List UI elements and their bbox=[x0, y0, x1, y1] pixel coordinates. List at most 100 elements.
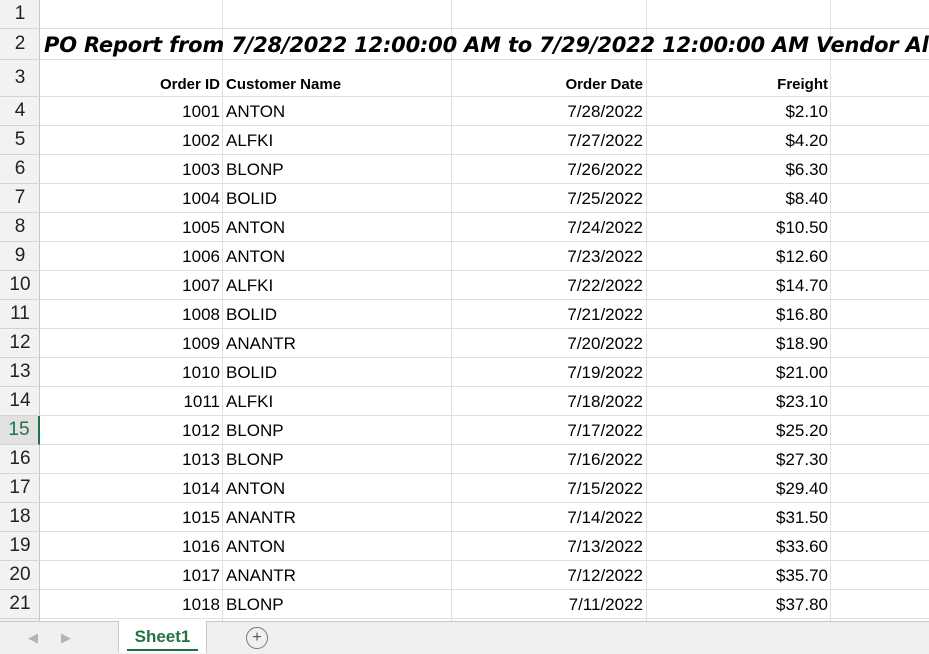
cell-customer-name[interactable]: ANTON bbox=[226, 213, 451, 242]
cell-customer-name[interactable]: ANTON bbox=[226, 97, 451, 126]
cell-order-date[interactable]: 7/24/2022 bbox=[452, 213, 645, 242]
chevron-left-icon[interactable]: ◀ bbox=[24, 628, 42, 648]
cell-freight[interactable]: $25.20 bbox=[646, 416, 830, 445]
cell-freight[interactable]: $4.20 bbox=[646, 126, 830, 155]
cell-customer-name[interactable]: BOLID bbox=[226, 358, 451, 387]
cell-customer-name[interactable]: BOLID bbox=[226, 300, 451, 329]
row-header[interactable]: 17 bbox=[0, 474, 40, 503]
cell-order-date[interactable]: 7/11/2022 bbox=[452, 590, 645, 619]
cell-freight[interactable]: $37.80 bbox=[646, 590, 830, 619]
header-freight[interactable]: Freight bbox=[646, 70, 830, 99]
cell-freight[interactable]: $23.10 bbox=[646, 387, 830, 416]
cell-customer-name[interactable]: ALFKI bbox=[226, 271, 451, 300]
cell-freight[interactable]: $8.40 bbox=[646, 184, 830, 213]
cell-freight[interactable]: $14.70 bbox=[646, 271, 830, 300]
cell-order-id[interactable]: 1014 bbox=[40, 474, 222, 503]
cell-order-id[interactable]: 1007 bbox=[40, 271, 222, 300]
cell-order-id[interactable]: 1015 bbox=[40, 503, 222, 532]
report-title-cell[interactable]: PO Report from 7/28/2022 12:00:00 AM to … bbox=[44, 30, 929, 59]
cell-order-date[interactable]: 7/27/2022 bbox=[452, 126, 645, 155]
cell-freight[interactable]: $33.60 bbox=[646, 532, 830, 561]
cell-order-id[interactable]: 1017 bbox=[40, 561, 222, 590]
cell-customer-name[interactable]: ANANTR bbox=[226, 329, 451, 358]
cell-customer-name[interactable]: ANTON bbox=[226, 474, 451, 503]
row-header[interactable]: 16 bbox=[0, 445, 40, 474]
cell-customer-name[interactable]: BOLID bbox=[226, 184, 451, 213]
header-order-id[interactable]: Order ID bbox=[40, 70, 222, 99]
cell-order-date[interactable]: 7/15/2022 bbox=[452, 474, 645, 503]
row-header[interactable]: 14 bbox=[0, 387, 40, 416]
cell-freight[interactable]: $12.60 bbox=[646, 242, 830, 271]
cell-customer-name[interactable]: ANANTR bbox=[226, 503, 451, 532]
cell-customer-name[interactable]: ANTON bbox=[226, 242, 451, 271]
cell-order-date[interactable]: 7/14/2022 bbox=[452, 503, 645, 532]
header-order-date[interactable]: Order Date bbox=[452, 70, 645, 99]
cell-order-id[interactable]: 1010 bbox=[40, 358, 222, 387]
cell-order-id[interactable]: 1013 bbox=[40, 445, 222, 474]
row-header[interactable]: 8 bbox=[0, 213, 40, 242]
cell-order-id[interactable]: 1009 bbox=[40, 329, 222, 358]
row-header[interactable]: 6 bbox=[0, 155, 40, 184]
cell-order-id[interactable]: 1008 bbox=[40, 300, 222, 329]
cell-customer-name[interactable]: ANTON bbox=[226, 532, 451, 561]
cell-order-id[interactable]: 1006 bbox=[40, 242, 222, 271]
cell-order-date[interactable]: 7/20/2022 bbox=[452, 329, 645, 358]
cell-order-date[interactable]: 7/28/2022 bbox=[452, 97, 645, 126]
cell-order-id[interactable]: 1012 bbox=[40, 416, 222, 445]
cell-customer-name[interactable]: BLONP bbox=[226, 445, 451, 474]
cell-order-id[interactable]: 1003 bbox=[40, 155, 222, 184]
cell-order-date[interactable]: 7/19/2022 bbox=[452, 358, 645, 387]
cell-freight[interactable]: $31.50 bbox=[646, 503, 830, 532]
cell-order-date[interactable]: 7/12/2022 bbox=[452, 561, 645, 590]
header-customer-name[interactable]: Customer Name bbox=[226, 70, 451, 99]
row-header[interactable]: 4 bbox=[0, 97, 40, 126]
row-header[interactable]: 12 bbox=[0, 329, 40, 358]
sheet-tab-sheet1[interactable]: Sheet1 bbox=[118, 621, 207, 653]
cell-order-date[interactable]: 7/26/2022 bbox=[452, 155, 645, 184]
cell-freight[interactable]: $2.10 bbox=[646, 97, 830, 126]
row-header[interactable]: 20 bbox=[0, 561, 40, 590]
row-header[interactable]: 2 bbox=[0, 29, 40, 60]
cell-order-date[interactable]: 7/16/2022 bbox=[452, 445, 645, 474]
row-header[interactable]: 5 bbox=[0, 126, 40, 155]
cell-freight[interactable]: $6.30 bbox=[646, 155, 830, 184]
cell-customer-name[interactable]: BLONP bbox=[226, 155, 451, 184]
row-header[interactable]: 15 bbox=[0, 416, 40, 445]
row-header[interactable]: 18 bbox=[0, 503, 40, 532]
cell-order-date[interactable]: 7/23/2022 bbox=[452, 242, 645, 271]
cell-order-date[interactable]: 7/22/2022 bbox=[452, 271, 645, 300]
cell-order-date[interactable]: 7/17/2022 bbox=[452, 416, 645, 445]
cell-order-id[interactable]: 1001 bbox=[40, 97, 222, 126]
cell-customer-name[interactable]: ANANTR bbox=[226, 561, 451, 590]
cell-customer-name[interactable]: ALFKI bbox=[226, 126, 451, 155]
cell-order-date[interactable]: 7/13/2022 bbox=[452, 532, 645, 561]
add-sheet-icon[interactable]: + bbox=[246, 627, 268, 649]
cell-freight[interactable]: $29.40 bbox=[646, 474, 830, 503]
cell-order-id[interactable]: 1011 bbox=[40, 387, 222, 416]
cell-order-id[interactable]: 1002 bbox=[40, 126, 222, 155]
cell-freight[interactable]: $16.80 bbox=[646, 300, 830, 329]
spreadsheet-grid[interactable]: 1 2 3 4 5 6 7 8 9 10 11 12 13 14 15 16 17 18 19 20 21 PO Rep… bbox=[0, 0, 929, 621]
cell-customer-name[interactable]: BLONP bbox=[226, 590, 451, 619]
row-header[interactable]: 3 bbox=[0, 60, 40, 97]
cell-order-id[interactable]: 1018 bbox=[40, 590, 222, 619]
cell-order-date[interactable]: 7/18/2022 bbox=[452, 387, 645, 416]
row-header[interactable]: 9 bbox=[0, 242, 40, 271]
cell-order-id[interactable]: 1016 bbox=[40, 532, 222, 561]
row-header[interactable]: 7 bbox=[0, 184, 40, 213]
cell-order-date[interactable]: 7/25/2022 bbox=[452, 184, 645, 213]
cell-freight[interactable]: $35.70 bbox=[646, 561, 830, 590]
cell-customer-name[interactable]: ALFKI bbox=[226, 387, 451, 416]
cell-order-id[interactable]: 1005 bbox=[40, 213, 222, 242]
cell-customer-name[interactable]: BLONP bbox=[226, 416, 451, 445]
cell-freight[interactable]: $18.90 bbox=[646, 329, 830, 358]
cell-freight[interactable]: $10.50 bbox=[646, 213, 830, 242]
chevron-right-icon[interactable]: ▶ bbox=[57, 628, 75, 648]
row-header[interactable]: 1 bbox=[0, 0, 40, 29]
row-header[interactable]: 21 bbox=[0, 590, 40, 619]
row-header[interactable]: 10 bbox=[0, 271, 40, 300]
cell-freight[interactable]: $21.00 bbox=[646, 358, 830, 387]
cell-order-id[interactable]: 1004 bbox=[40, 184, 222, 213]
cell-freight[interactable]: $27.30 bbox=[646, 445, 830, 474]
row-header[interactable]: 11 bbox=[0, 300, 40, 329]
